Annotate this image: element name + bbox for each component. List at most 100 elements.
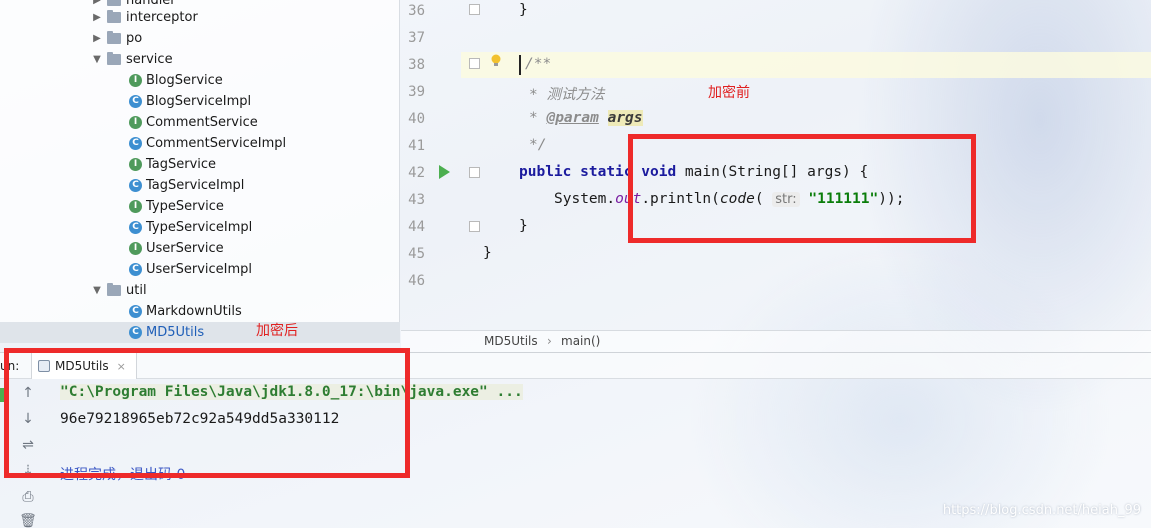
tree-item-md5utils[interactable]: C MD5Utils bbox=[129, 322, 204, 343]
tree-item-userservice[interactable]: I UserService bbox=[129, 238, 224, 259]
run-gutter-icon[interactable] bbox=[439, 165, 450, 179]
chevron-down-icon[interactable]: ▼ bbox=[90, 49, 104, 70]
trash-icon[interactable]: 🗑 bbox=[17, 511, 39, 528]
tree-item-label: interceptor bbox=[126, 10, 198, 25]
tree-item-label: service bbox=[126, 52, 173, 67]
tree-item-commentservice[interactable]: I CommentService bbox=[129, 112, 258, 133]
interface-icon: I bbox=[129, 200, 142, 213]
code-token: System. bbox=[554, 191, 616, 207]
tree-item-label: BlogService bbox=[146, 73, 223, 88]
line-number: 40 bbox=[408, 111, 425, 127]
line-number: 42 bbox=[408, 165, 425, 181]
tree-item-label: TypeServiceImpl bbox=[146, 220, 253, 235]
line-number: 36 bbox=[408, 3, 425, 19]
tree-folder-util[interactable]: ▼ util bbox=[90, 280, 147, 301]
class-icon: C bbox=[129, 95, 142, 108]
line-number: 46 bbox=[408, 273, 425, 289]
tree-item-label: MarkdownUtils bbox=[146, 304, 242, 319]
code-token: args bbox=[607, 110, 643, 126]
tree-item-label: UserService bbox=[146, 241, 224, 256]
project-tree: ▶ handler ▶ interceptor ▶ po ▼ service I… bbox=[0, 0, 400, 343]
fold-icon[interactable] bbox=[469, 58, 480, 69]
current-line-highlight bbox=[461, 52, 1151, 78]
code-token: */ bbox=[529, 137, 547, 153]
chevron-down-icon[interactable]: ▼ bbox=[90, 280, 104, 301]
annotation-box-before bbox=[628, 134, 976, 243]
interface-icon: I bbox=[129, 74, 142, 87]
tree-folder-po[interactable]: ▶ po bbox=[90, 28, 142, 49]
class-icon: C bbox=[129, 179, 142, 192]
tree-item-label: TagService bbox=[146, 157, 217, 172]
line-number: 43 bbox=[408, 192, 425, 208]
code-token: /** bbox=[525, 56, 552, 72]
tree-item-blogserviceimpl[interactable]: C BlogServiceImpl bbox=[129, 91, 251, 112]
tree-item-label: TypeService bbox=[146, 199, 224, 214]
annotation-before-label: 加密前 bbox=[708, 85, 750, 101]
code-line-39: * 测试方法 bbox=[529, 83, 604, 104]
class-icon: C bbox=[129, 305, 142, 318]
line-number: 39 bbox=[408, 84, 425, 100]
code-token: } bbox=[519, 2, 528, 18]
code-line-41: */ bbox=[529, 137, 546, 153]
code-token: * 测试方法 bbox=[529, 87, 605, 103]
tree-item-tagservice[interactable]: I TagService bbox=[129, 154, 216, 175]
fold-icon[interactable] bbox=[469, 4, 480, 15]
tree-item-typeserviceimpl[interactable]: C TypeServiceImpl bbox=[129, 217, 252, 238]
interface-icon: I bbox=[129, 242, 142, 255]
fold-icon[interactable] bbox=[469, 221, 480, 232]
tree-item-commentserviceimpl[interactable]: C CommentServiceImpl bbox=[129, 133, 286, 154]
print-icon[interactable]: ⎙ bbox=[17, 487, 39, 507]
tree-item-label: util bbox=[126, 283, 147, 298]
code-token: @param bbox=[546, 110, 599, 126]
class-icon: C bbox=[129, 221, 142, 234]
tree-item-label: CommentService bbox=[146, 115, 258, 130]
breadcrumb-file[interactable]: MD5Utils bbox=[484, 331, 538, 352]
class-icon: C bbox=[129, 263, 142, 276]
code-line-38: /** bbox=[525, 56, 551, 72]
code-line-40: * @param args bbox=[529, 110, 643, 126]
tree-folder-interceptor[interactable]: ▶ interceptor bbox=[90, 7, 198, 28]
folder-icon bbox=[107, 10, 121, 23]
lightbulb-icon[interactable] bbox=[490, 54, 502, 68]
class-icon: C bbox=[129, 137, 142, 150]
code-token: } bbox=[519, 218, 528, 234]
breadcrumb-separator: › bbox=[547, 334, 552, 348]
tree-item-label: MD5Utils bbox=[146, 325, 205, 340]
code-line-36: } bbox=[519, 2, 528, 18]
folder-icon bbox=[107, 52, 121, 65]
tree-item-typeservice[interactable]: I TypeService bbox=[129, 196, 224, 217]
fold-icon[interactable] bbox=[469, 167, 480, 178]
chevron-right-icon[interactable]: ▶ bbox=[90, 7, 104, 28]
editor-gutter: 36 37 38 39 40 41 42 43 44 45 46 bbox=[401, 0, 461, 330]
code-token: static bbox=[580, 164, 633, 180]
watermark: https://blog.csdn.net/heiah_99 bbox=[942, 503, 1141, 518]
folder-icon bbox=[107, 31, 121, 44]
text-caret bbox=[519, 55, 521, 75]
code-token: public bbox=[519, 164, 572, 180]
chevron-right-icon[interactable]: ▶ bbox=[90, 28, 104, 49]
tree-folder-service[interactable]: ▼ service bbox=[90, 49, 173, 70]
annotation-after-label: 加密后 bbox=[256, 323, 298, 339]
line-number: 45 bbox=[408, 246, 425, 262]
line-number: 37 bbox=[408, 30, 425, 46]
line-number: 44 bbox=[408, 219, 425, 235]
code-line-44: } bbox=[519, 218, 528, 234]
line-number: 38 bbox=[408, 57, 425, 73]
breadcrumb-method[interactable]: main() bbox=[561, 331, 600, 352]
interface-icon: I bbox=[129, 116, 142, 129]
folder-icon bbox=[107, 283, 121, 296]
line-number: 41 bbox=[408, 138, 425, 154]
tree-item-label: CommentServiceImpl bbox=[146, 136, 287, 151]
class-icon: C bbox=[129, 326, 142, 339]
code-token: * bbox=[529, 110, 547, 126]
tree-item-blogservice[interactable]: I BlogService bbox=[129, 70, 223, 91]
tree-item-tagserviceimpl[interactable]: C TagServiceImpl bbox=[129, 175, 244, 196]
code-line-45: } bbox=[483, 245, 492, 261]
annotation-box-after bbox=[4, 348, 410, 478]
tree-item-userserviceimpl[interactable]: C UserServiceImpl bbox=[129, 259, 252, 280]
tree-item-label: UserServiceImpl bbox=[146, 262, 253, 277]
code-token: } bbox=[483, 245, 492, 261]
tree-item-label: TagServiceImpl bbox=[146, 178, 245, 193]
tree-item-markdownutils[interactable]: C MarkdownUtils bbox=[129, 301, 242, 322]
tree-item-label: po bbox=[126, 31, 143, 46]
